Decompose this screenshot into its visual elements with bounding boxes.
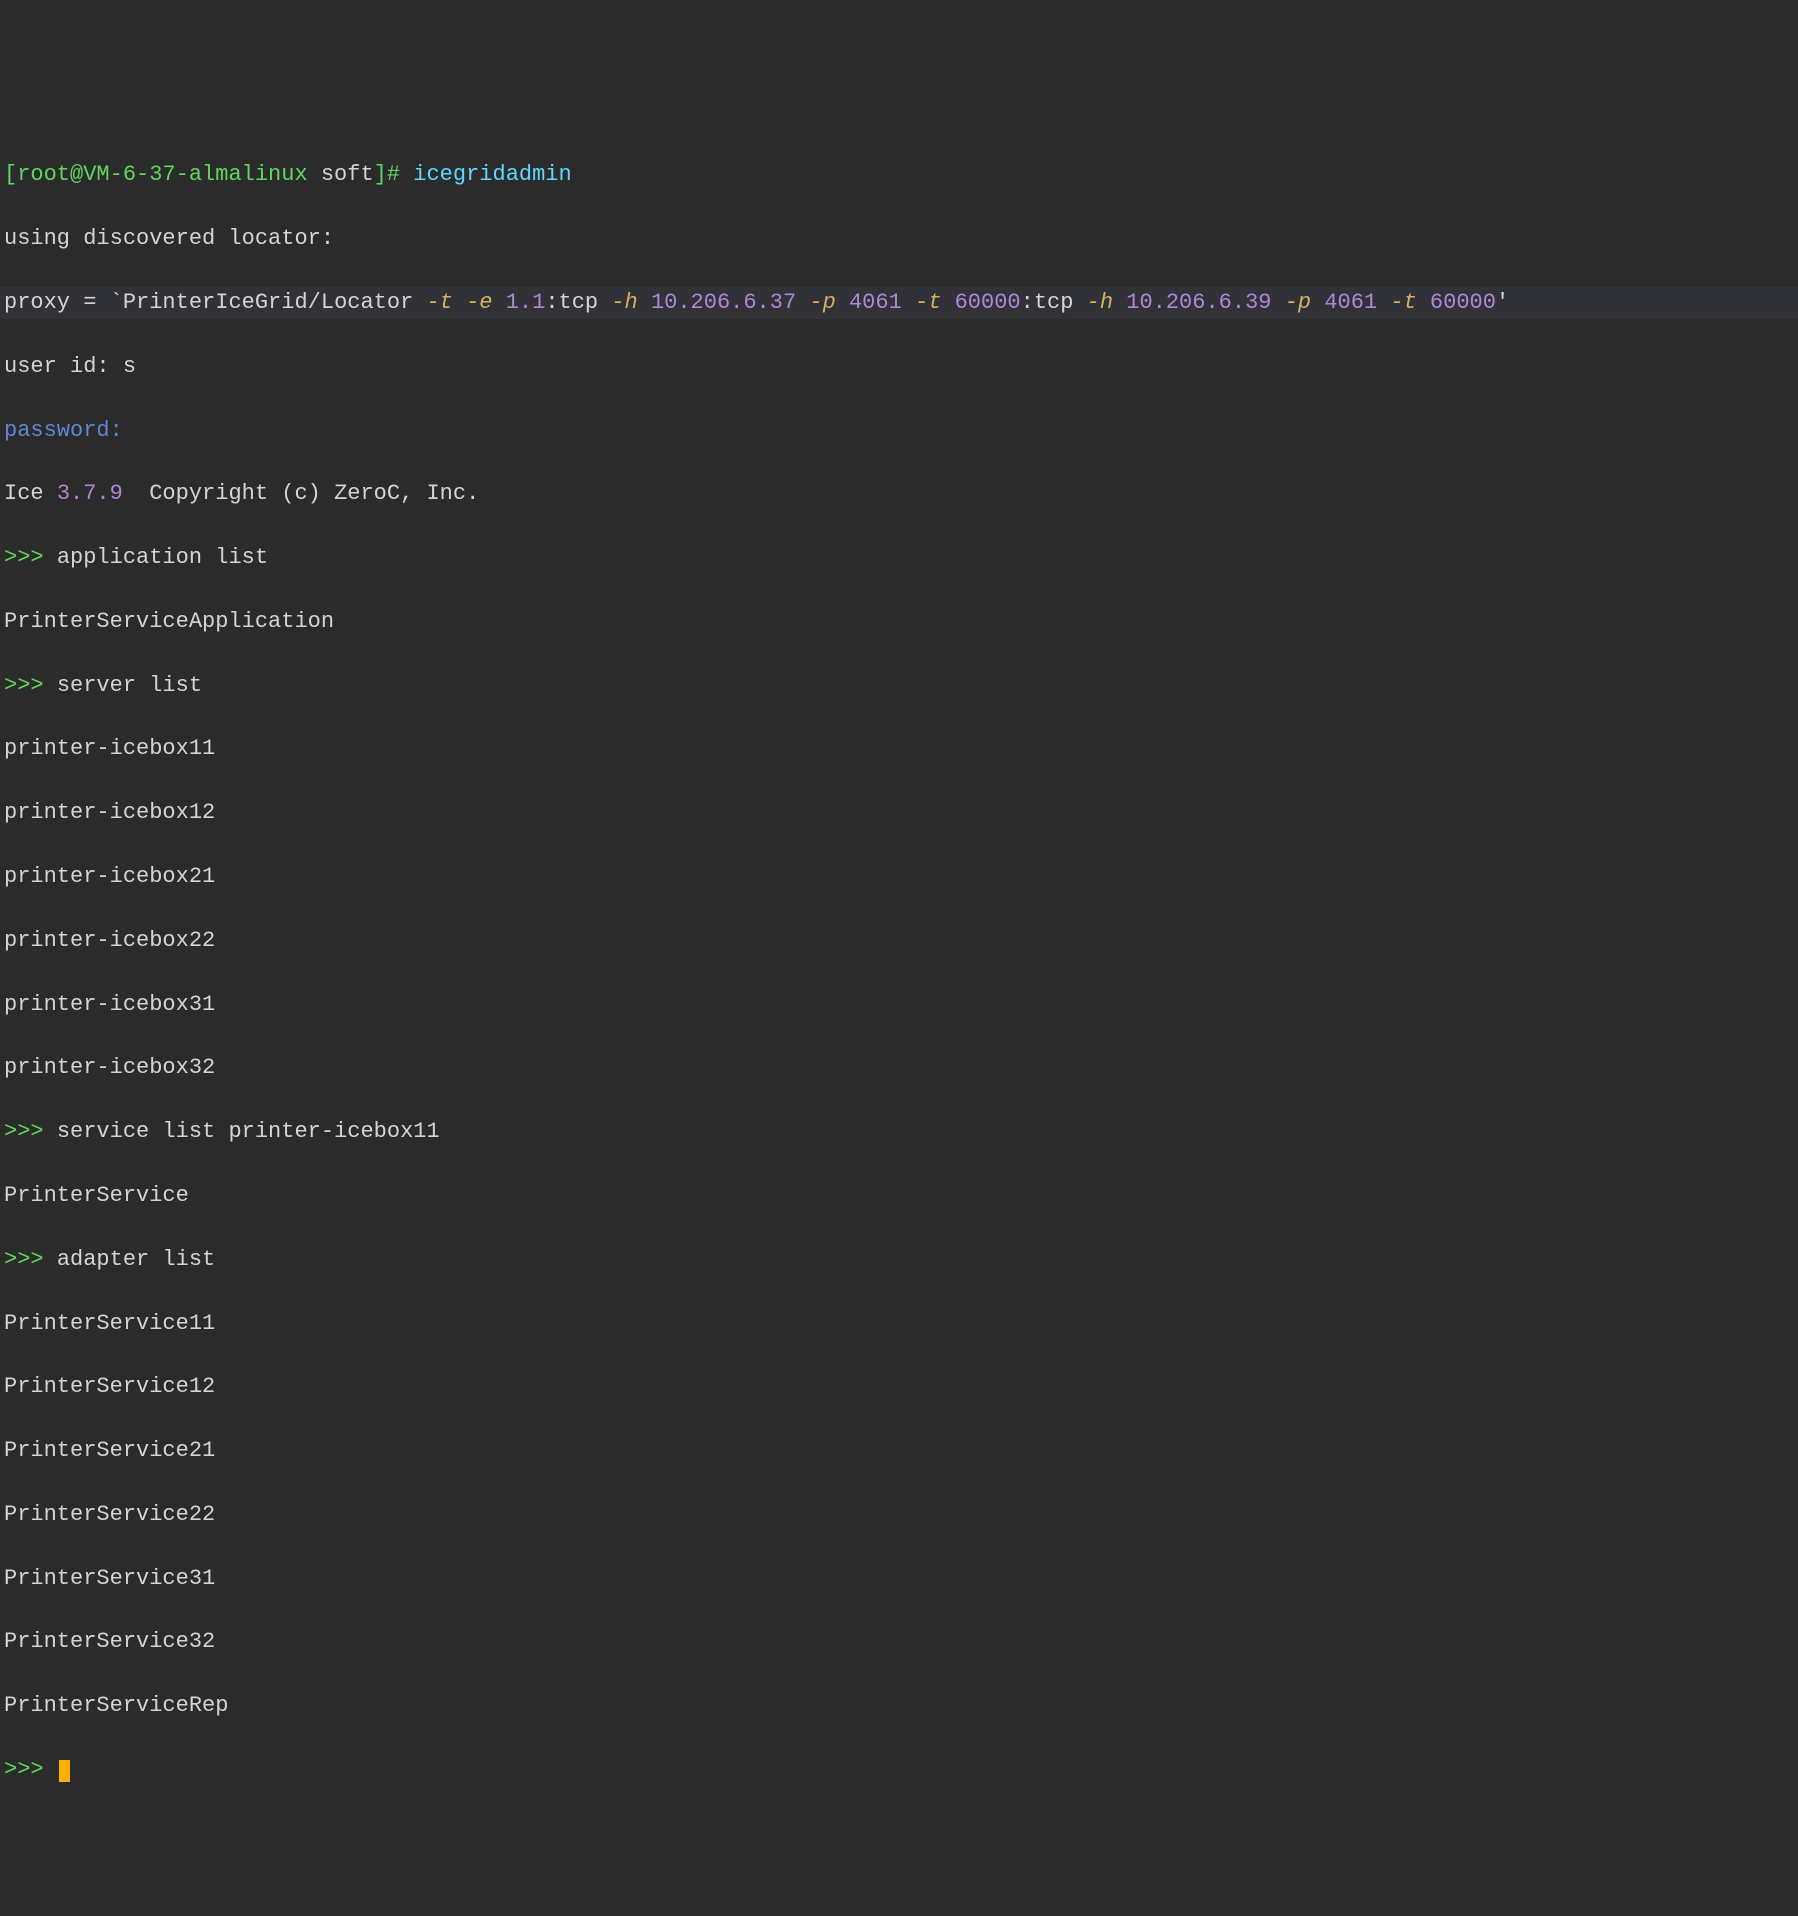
ip-2: 10.206.6.39 [1126, 290, 1284, 315]
output-server: printer-icebox12 [0, 797, 1798, 829]
password-prompt: password: [0, 415, 1798, 447]
prompt-hash: # [387, 162, 413, 187]
cwd: soft [308, 162, 374, 187]
cmd-service-list: service list printer-icebox11 [57, 1119, 440, 1144]
repl-current-line[interactable]: >>> [0, 1754, 1798, 1786]
userid-line: user id: s [0, 351, 1798, 383]
timeout-2: 60000 [1430, 290, 1496, 315]
flag-p: -p [809, 290, 849, 315]
repl-line: >>> application list [0, 542, 1798, 574]
repl-prompt: >>> [4, 1757, 57, 1782]
output-server: printer-icebox31 [0, 989, 1798, 1021]
ice-version: 3.7.9 [57, 481, 123, 506]
flag-h: -h [611, 290, 651, 315]
userid-value: s [123, 354, 136, 379]
repl-prompt: >>> [4, 545, 57, 570]
flag-t: -t [426, 290, 466, 315]
prompt-close: ] [374, 162, 387, 187]
repl-line: >>> server list [0, 670, 1798, 702]
shell-prompt-line: [root@VM-6-37-almalinux soft]# icegridad… [0, 159, 1798, 191]
output-server: printer-icebox11 [0, 733, 1798, 765]
ip-1: 10.206.6.37 [651, 290, 809, 315]
proxy-end: ' [1496, 290, 1509, 315]
cursor-icon [59, 1760, 70, 1782]
proxy-tick: ` [96, 290, 122, 315]
output-adapter: PrinterService11 [0, 1308, 1798, 1340]
user-host: root@VM-6-37-almalinux [17, 162, 307, 187]
output-adapter: PrinterService12 [0, 1371, 1798, 1403]
output-server: printer-icebox21 [0, 861, 1798, 893]
repl-prompt: >>> [4, 1119, 57, 1144]
cmd-adapter-list: adapter list [57, 1247, 215, 1272]
output-adapter: PrinterServiceRep [0, 1690, 1798, 1722]
flag-h: -h [1087, 290, 1127, 315]
output-adapter: PrinterService32 [0, 1626, 1798, 1658]
ice-copyright: Copyright (c) ZeroC, Inc. [123, 481, 479, 506]
tcp-2: :tcp [1021, 290, 1087, 315]
repl-prompt: >>> [4, 1247, 57, 1272]
locator-message: using discovered locator: [0, 223, 1798, 255]
timeout-1: 60000 [955, 290, 1021, 315]
ice-label: Ice [4, 481, 57, 506]
output-server: printer-icebox32 [0, 1052, 1798, 1084]
repl-prompt: >>> [4, 673, 57, 698]
proxy-name: PrinterIceGrid/Locator [123, 290, 427, 315]
proxy-key: proxy [4, 290, 83, 315]
tcp-1: :tcp [545, 290, 611, 315]
output-adapter: PrinterService31 [0, 1563, 1798, 1595]
port-1: 4061 [849, 290, 915, 315]
output-app: PrinterServiceApplication [0, 606, 1798, 638]
cmd-server-list: server list [57, 673, 202, 698]
output-adapter: PrinterService21 [0, 1435, 1798, 1467]
output-service: PrinterService [0, 1180, 1798, 1212]
proxy-line: proxy = `PrinterIceGrid/Locator -t -e 1.… [0, 287, 1798, 319]
userid-label: user id: [4, 354, 123, 379]
proxy-version: 1.1 [506, 290, 546, 315]
output-server: printer-icebox22 [0, 925, 1798, 957]
flag-t: -t [915, 290, 955, 315]
output-adapter: PrinterService22 [0, 1499, 1798, 1531]
shell-command: icegridadmin [413, 162, 571, 187]
repl-line: >>> adapter list [0, 1244, 1798, 1276]
flag-p: -p [1285, 290, 1325, 315]
flag-t: -t [1390, 290, 1430, 315]
flag-e: -e [466, 290, 506, 315]
ice-version-line: Ice 3.7.9 Copyright (c) ZeroC, Inc. [0, 478, 1798, 510]
repl-line: >>> service list printer-icebox11 [0, 1116, 1798, 1148]
port-2: 4061 [1324, 290, 1390, 315]
cmd-application-list: application list [57, 545, 268, 570]
terminal-output[interactable]: [root@VM-6-37-almalinux soft]# icegridad… [0, 128, 1798, 1818]
proxy-eq: = [83, 290, 96, 315]
prompt-open: [ [4, 162, 17, 187]
